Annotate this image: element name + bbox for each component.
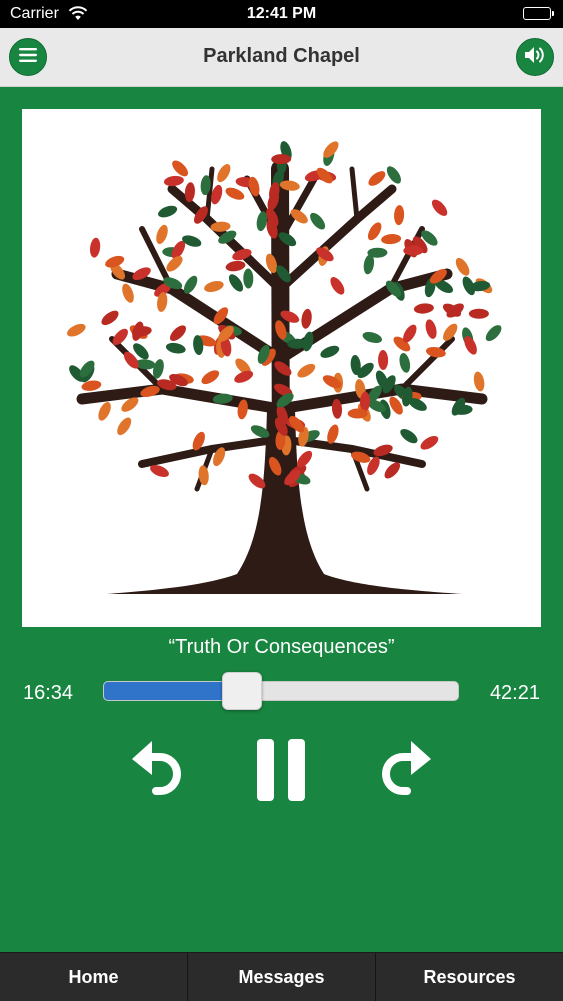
speaker-volume-icon bbox=[524, 46, 546, 69]
leaf bbox=[301, 308, 312, 329]
album-artwork bbox=[22, 109, 541, 627]
leaf bbox=[367, 247, 388, 258]
track-title: “Truth Or Consequences” bbox=[168, 636, 395, 658]
leaf bbox=[399, 353, 411, 373]
leaf bbox=[98, 401, 111, 421]
tab-bar: Home Messages Resources bbox=[0, 952, 563, 1001]
leaf bbox=[170, 325, 186, 342]
battery-icon bbox=[523, 7, 554, 20]
leaf bbox=[394, 205, 405, 226]
progress-slider[interactable] bbox=[103, 681, 459, 701]
leaf bbox=[117, 417, 132, 436]
leaf bbox=[243, 268, 254, 289]
volume-button[interactable] bbox=[516, 38, 554, 76]
leaf bbox=[172, 160, 189, 177]
rewind-button[interactable] bbox=[121, 735, 191, 809]
leaf bbox=[101, 310, 119, 326]
rewind-icon bbox=[126, 735, 186, 810]
leaf bbox=[67, 323, 86, 337]
leaf bbox=[368, 171, 386, 186]
leaf bbox=[156, 224, 168, 244]
leaf bbox=[468, 308, 489, 319]
leaf bbox=[425, 319, 437, 339]
total-time: 42:21 bbox=[489, 682, 540, 704]
leaf bbox=[297, 363, 316, 378]
leaf bbox=[204, 281, 224, 292]
leaf bbox=[122, 283, 134, 303]
status-bar: Carrier 12:41 PM bbox=[0, 0, 563, 28]
leaf bbox=[158, 205, 178, 218]
leaf bbox=[485, 325, 502, 342]
leaf bbox=[431, 199, 448, 216]
pause-button[interactable] bbox=[246, 735, 316, 809]
leaf bbox=[347, 408, 368, 419]
leaf bbox=[217, 164, 231, 183]
leaf bbox=[320, 345, 340, 358]
status-time: 12:41 PM bbox=[246, 5, 317, 22]
leaf bbox=[228, 274, 244, 292]
leaf bbox=[473, 371, 485, 392]
leaf bbox=[362, 331, 383, 344]
tab-resources[interactable]: Resources bbox=[376, 953, 563, 1001]
tree-logo bbox=[67, 141, 502, 594]
leaf bbox=[420, 436, 439, 450]
leaf bbox=[165, 342, 186, 354]
elapsed-time: 16:34 bbox=[23, 682, 74, 704]
leaf bbox=[310, 212, 326, 230]
leaf bbox=[413, 303, 434, 314]
leaf bbox=[378, 350, 389, 370]
leaf bbox=[163, 175, 184, 187]
leaf bbox=[225, 187, 245, 200]
tab-home[interactable]: Home bbox=[0, 953, 188, 1001]
leaf bbox=[225, 260, 246, 272]
leaf bbox=[89, 237, 101, 258]
page-title: Parkland Chapel bbox=[203, 45, 360, 67]
leaf bbox=[271, 154, 292, 165]
progress-slider-thumb[interactable] bbox=[222, 672, 263, 710]
leaf bbox=[400, 428, 418, 444]
pause-icon bbox=[253, 737, 309, 808]
tab-messages[interactable]: Messages bbox=[188, 953, 376, 1001]
forward-icon bbox=[377, 735, 437, 810]
leaf bbox=[386, 166, 401, 184]
forward-button[interactable] bbox=[372, 735, 442, 809]
leaf bbox=[455, 257, 470, 276]
leaf bbox=[201, 370, 220, 385]
leaf bbox=[381, 234, 402, 245]
nav-bar: Parkland Chapel bbox=[0, 28, 563, 87]
leaf bbox=[330, 277, 345, 295]
